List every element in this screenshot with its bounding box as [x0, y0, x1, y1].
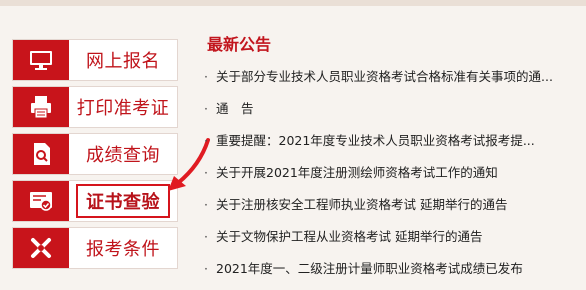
application-requirements-button[interactable]: 报考条件 — [12, 227, 178, 269]
top-strip — [0, 0, 586, 6]
news-item-link[interactable]: 关于部分专业技术人员职业资格考试合格标准有关事项的通... — [204, 66, 586, 98]
monitor-icon — [13, 40, 69, 80]
certificate-check-icon — [13, 181, 69, 221]
online-registration-button[interactable]: 网上报名 — [12, 39, 178, 81]
announcements-panel: 最新公告 关于部分专业技术人员职业资格考试合格标准有关事项的通... 通 告 重… — [204, 34, 586, 290]
certificate-verification-button[interactable]: 证书查验 — [12, 180, 178, 222]
sidebar-item-label: 证书查验 — [76, 184, 170, 218]
news-item-link[interactable]: 关于开展2021年度注册测绘师资格考试工作的通知 — [204, 162, 586, 194]
sidebar-item-label: 打印准考证 — [76, 98, 170, 119]
printer-icon — [13, 87, 69, 127]
sidebar-item-label: 成绩查询 — [86, 145, 160, 166]
score-query-button[interactable]: 成绩查询 — [12, 133, 178, 175]
news-item-link[interactable]: 2021年度一、二级注册计量师职业资格考试成绩已发布 — [204, 258, 586, 290]
news-item-link[interactable]: 重要提醒：2021年度专业技术人员职业资格考试报考提... — [204, 130, 586, 162]
news-item-link[interactable]: 通 告 — [204, 98, 586, 130]
news-item-link[interactable]: 关于注册核安全工程师执业资格考试 延期举行的通告 — [204, 194, 586, 226]
search-document-icon — [13, 134, 69, 174]
print-admission-ticket-button[interactable]: 打印准考证 — [12, 86, 178, 128]
news-heading: 最新公告 — [207, 35, 272, 54]
tools-icon — [13, 228, 69, 268]
news-list: 关于部分专业技术人员职业资格考试合格标准有关事项的通... 通 告 重要提醒：2… — [204, 66, 586, 290]
sidebar-item-label: 网上报名 — [86, 51, 160, 72]
news-item-link[interactable]: 关于文物保护工程从业资格考试 延期举行的通告 — [204, 226, 586, 258]
sidebar-item-label: 报考条件 — [86, 239, 160, 260]
